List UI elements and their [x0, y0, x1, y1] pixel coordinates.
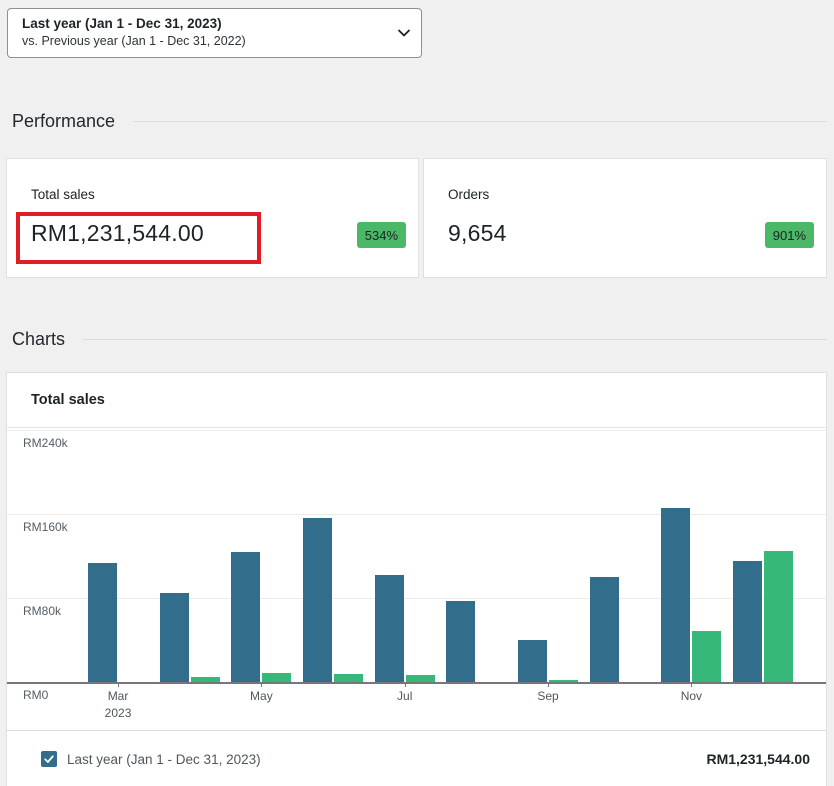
bar-previous-year [406, 675, 435, 682]
performance-section-heading: Performance [0, 109, 827, 133]
orders-label: Orders [448, 187, 489, 202]
y-gridline [7, 514, 826, 515]
x-axis-tick-label: Nov [663, 688, 719, 705]
x-axis-tick [405, 682, 406, 687]
y-gridline [7, 430, 826, 431]
legend-checkbox[interactable] [41, 751, 57, 767]
x-axis-tick-label: May [233, 688, 289, 705]
bar-current-year [375, 575, 404, 682]
y-gridline [7, 598, 826, 599]
legend-series-total: RM1,231,544.00 [706, 751, 810, 767]
charts-heading-label: Charts [0, 329, 65, 350]
charts-section-heading: Charts [0, 327, 827, 351]
chevron-down-icon [387, 25, 421, 41]
bar-previous-year [334, 674, 363, 682]
chart-legend-row: Last year (Jan 1 - Dec 31, 2023) RM1,231… [7, 730, 826, 786]
legend-series-label[interactable]: Last year (Jan 1 - Dec 31, 2023) [67, 752, 261, 767]
x-axis-tick-label: Mar2023 [90, 688, 146, 723]
bar-current-year [590, 577, 619, 682]
date-range-primary: Last year (Jan 1 - Dec 31, 2023) [22, 16, 373, 33]
date-range-compare: vs. Previous year (Jan 1 - Dec 31, 2022) [22, 34, 373, 50]
total-sales-value: RM1,231,544.00 [31, 220, 204, 247]
x-axis-tick [548, 682, 549, 687]
y-axis-tick-label: RM160k [23, 520, 68, 534]
bar-current-year [661, 508, 690, 682]
total-sales-card[interactable]: Total sales RM1,231,544.00 534% [6, 158, 419, 278]
x-axis-tick-label: Jul [377, 688, 433, 705]
x-axis-tick [261, 682, 262, 687]
bar-current-year [88, 563, 117, 682]
analytics-dashboard: Last year (Jan 1 - Dec 31, 2023) vs. Pre… [0, 0, 834, 786]
performance-heading-label: Performance [0, 111, 115, 132]
total-sales-change-badge: 534% [357, 222, 406, 248]
bar-current-year [160, 593, 189, 682]
total-sales-label: Total sales [31, 187, 95, 202]
y-axis-tick-label: RM80k [23, 604, 61, 618]
bar-current-year [446, 601, 475, 682]
bar-current-year [303, 518, 332, 682]
bar-current-year [518, 640, 547, 682]
chart-header: Total sales [7, 373, 826, 428]
orders-card[interactable]: Orders 9,654 901% [423, 158, 827, 278]
y-axis-tick-label: RM0 [23, 688, 48, 702]
heading-divider [133, 121, 827, 122]
x-axis-tick [691, 682, 692, 687]
bar-current-year [733, 561, 762, 682]
heading-divider [83, 339, 827, 340]
bar-previous-year [191, 677, 220, 682]
x-axis-tick-label: Sep [520, 688, 576, 705]
date-range-text: Last year (Jan 1 - Dec 31, 2023) vs. Pre… [8, 10, 387, 56]
bar-previous-year [692, 631, 721, 682]
x-axis-tick [118, 682, 119, 687]
x-axis-line [7, 682, 826, 684]
chart-title: Total sales [7, 392, 105, 408]
bar-previous-year [262, 673, 291, 682]
orders-value: 9,654 [448, 220, 507, 247]
date-range-dropdown[interactable]: Last year (Jan 1 - Dec 31, 2023) vs. Pre… [7, 8, 422, 58]
y-axis-tick-label: RM240k [23, 436, 68, 450]
chart-plot[interactable]: RM240k RM160k RM80k RM0 Mar2023 May Jul Sep Nov [7, 428, 826, 730]
total-sales-chart-panel: Total sales RM240k RM160k RM80k RM0 Mar2023 M… [6, 372, 827, 786]
checkmark-icon [43, 753, 55, 765]
bar-previous-year [764, 551, 793, 682]
bar-current-year [231, 552, 260, 682]
orders-change-badge: 901% [765, 222, 814, 248]
bar-previous-year [549, 680, 578, 682]
